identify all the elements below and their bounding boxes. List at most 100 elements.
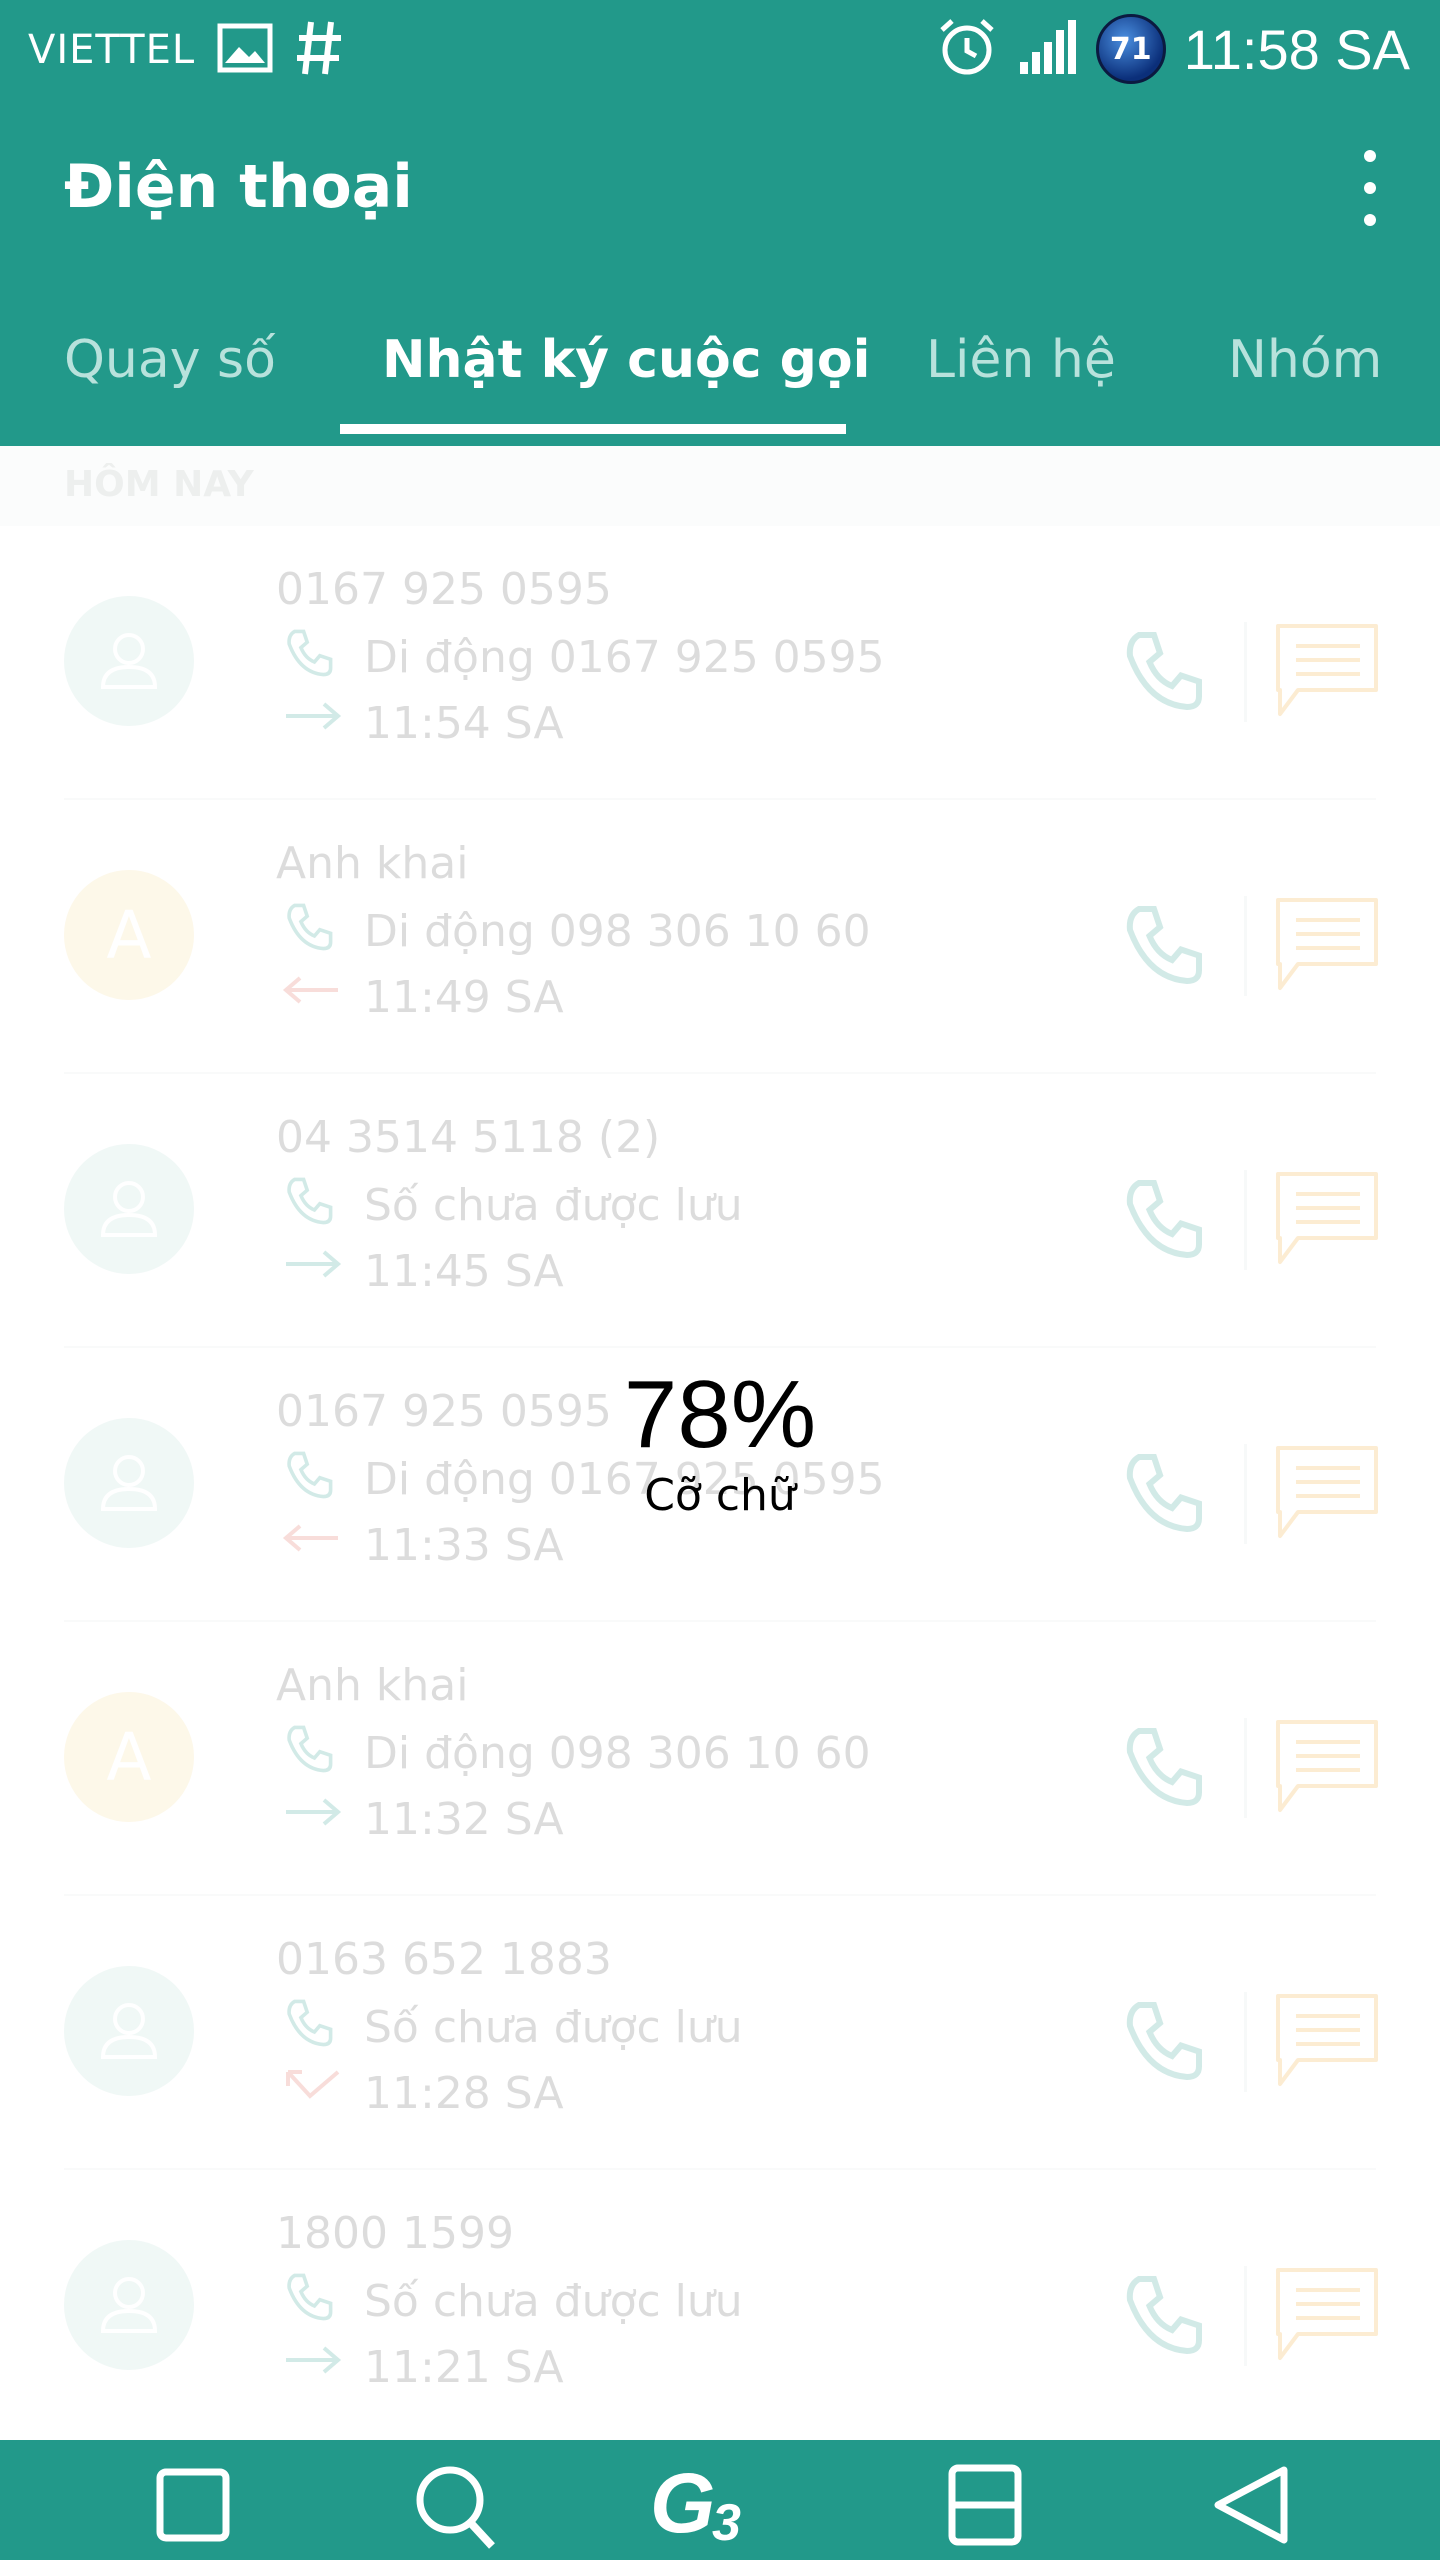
tab-call-log[interactable]: Nhật ký cuộc gọi bbox=[382, 330, 870, 390]
call-log-row[interactable]: 0163 652 1883 Số chưa được lưu 11:28 SA bbox=[0, 1896, 1440, 2170]
message-icon bbox=[1276, 2268, 1378, 2360]
back-icon bbox=[1214, 2466, 1288, 2544]
hashtag-icon bbox=[295, 18, 345, 82]
message-icon bbox=[1276, 1172, 1378, 1264]
g3-logo-icon: G3 bbox=[650, 2456, 741, 2552]
call-time: 11:32 SA bbox=[364, 1794, 564, 1845]
caller-detail: Số chưa được lưu bbox=[364, 1180, 743, 1231]
page-title: Điện thoại bbox=[64, 152, 413, 222]
call-button[interactable] bbox=[1118, 2270, 1208, 2360]
status-clock: 11:58 SA bbox=[1183, 17, 1410, 81]
avatar[interactable] bbox=[64, 2240, 194, 2370]
phone-type-icon bbox=[282, 1174, 336, 1228]
signal-icon bbox=[1016, 16, 1078, 82]
message-button[interactable] bbox=[1274, 2264, 1380, 2364]
tab-groups[interactable]: Nhóm bbox=[1228, 330, 1382, 390]
caller-name: Anh khai bbox=[276, 1660, 469, 1711]
section-header: HÔM NAY bbox=[0, 446, 1440, 526]
message-icon bbox=[1276, 624, 1378, 716]
phone-type-icon bbox=[282, 626, 336, 680]
avatar[interactable] bbox=[64, 1144, 194, 1274]
message-button[interactable] bbox=[1274, 1168, 1380, 1268]
more-vert-icon bbox=[1364, 150, 1376, 162]
section-label-today: HÔM NAY bbox=[64, 464, 254, 505]
avatar[interactable] bbox=[64, 1966, 194, 2096]
alarm-icon bbox=[936, 16, 998, 82]
more-vert-dot bbox=[1364, 182, 1376, 194]
avatar[interactable]: A bbox=[64, 870, 194, 1000]
caller-detail: Di động 098 306 10 60 bbox=[364, 1728, 871, 1779]
dual-window-button[interactable] bbox=[940, 2460, 1030, 2550]
call-button[interactable] bbox=[1118, 900, 1208, 990]
call-log-row[interactable]: A Anh khai Di động 098 306 10 60 11:49 SA bbox=[0, 800, 1440, 1074]
call-log-row[interactable]: A Anh khai Di động 098 306 10 60 11:32 SA bbox=[0, 1622, 1440, 1896]
phone-icon bbox=[1118, 900, 1208, 990]
phone-icon bbox=[1118, 1996, 1208, 2086]
image-icon bbox=[217, 23, 273, 77]
message-icon bbox=[1276, 1994, 1378, 2086]
caller-detail: Di động 098 306 10 60 bbox=[364, 906, 871, 957]
outgoing-call-icon bbox=[282, 2340, 342, 2380]
font-size-overlay: 78% Cỡ chữ bbox=[570, 1360, 870, 1522]
call-time: 11:28 SA bbox=[364, 2068, 564, 2119]
call-button[interactable] bbox=[1118, 1448, 1208, 1538]
phone-type-icon bbox=[282, 1448, 336, 1502]
carrier-label: VIETTEL bbox=[28, 27, 196, 73]
message-icon bbox=[1276, 1720, 1378, 1812]
tab-dialer[interactable]: Quay số bbox=[64, 330, 276, 390]
message-button[interactable] bbox=[1274, 894, 1380, 994]
action-divider bbox=[1244, 896, 1247, 996]
phone-type-icon bbox=[282, 1996, 336, 2050]
caller-name: 0167 925 0595 bbox=[276, 1386, 612, 1437]
call-time: 11:21 SA bbox=[364, 2342, 564, 2393]
font-size-percent: 78% bbox=[623, 1361, 817, 1468]
phone-icon bbox=[1118, 2270, 1208, 2360]
missed-call-icon bbox=[282, 2066, 340, 2106]
more-vert-dot bbox=[1364, 214, 1376, 226]
caller-name: 1800 1599 bbox=[276, 2208, 514, 2259]
call-log-row[interactable]: 04 3514 5118 (2) Số chưa được lưu 11:45 SA bbox=[0, 1074, 1440, 1348]
phone-type-icon bbox=[282, 2270, 336, 2324]
home-button[interactable]: G3 bbox=[650, 2456, 790, 2552]
message-button[interactable] bbox=[1274, 1990, 1380, 2090]
more-options-button[interactable] bbox=[1350, 140, 1390, 236]
avatar[interactable] bbox=[64, 596, 194, 726]
recent-apps-icon bbox=[156, 2468, 230, 2542]
call-log-row[interactable]: 0167 925 0595 Di động 0167 925 0595 11:54 … bbox=[0, 526, 1440, 800]
recent-apps-button[interactable] bbox=[148, 2460, 238, 2550]
avatar[interactable]: A bbox=[64, 1692, 194, 1822]
navigation-bar: G3 bbox=[0, 2440, 1440, 2560]
svg-text:3: 3 bbox=[712, 2494, 741, 2550]
status-bar-right: 71 11:58 SA bbox=[936, 14, 1410, 84]
phone-type-icon bbox=[282, 1722, 336, 1776]
caller-detail: Số chưa được lưu bbox=[364, 2276, 743, 2327]
active-tab-indicator bbox=[340, 424, 846, 434]
caller-name: 04 3514 5118 (2) bbox=[276, 1112, 661, 1163]
message-icon bbox=[1276, 898, 1378, 990]
call-button[interactable] bbox=[1118, 626, 1208, 716]
call-log-row[interactable]: 1800 1599 Số chưa được lưu 11:21 SA bbox=[0, 2170, 1440, 2444]
action-divider bbox=[1244, 1718, 1247, 1818]
app-bar: Điện thoại bbox=[0, 100, 1440, 446]
outgoing-call-icon bbox=[282, 1792, 342, 1832]
caller-detail: Số chưa được lưu bbox=[364, 2002, 743, 2053]
search-icon bbox=[416, 2466, 495, 2549]
call-button[interactable] bbox=[1118, 1996, 1208, 2086]
outgoing-call-icon bbox=[282, 1244, 342, 1284]
status-bar-left: VIETTEL bbox=[28, 18, 345, 82]
caller-detail: Di động 0167 925 0595 bbox=[364, 632, 885, 683]
phone-icon bbox=[1118, 1174, 1208, 1264]
message-button[interactable] bbox=[1274, 620, 1380, 720]
avatar[interactable] bbox=[64, 1418, 194, 1548]
call-button[interactable] bbox=[1118, 1174, 1208, 1264]
message-button[interactable] bbox=[1274, 1442, 1380, 1542]
tab-contacts[interactable]: Liên hệ bbox=[926, 330, 1116, 390]
phone-icon bbox=[1118, 626, 1208, 716]
outgoing-call-icon bbox=[282, 696, 342, 736]
message-icon bbox=[1276, 1446, 1378, 1538]
call-button[interactable] bbox=[1118, 1722, 1208, 1812]
back-button[interactable] bbox=[1206, 2460, 1296, 2550]
message-button[interactable] bbox=[1274, 1716, 1380, 1816]
phone-icon bbox=[1118, 1448, 1208, 1538]
search-button[interactable] bbox=[410, 2460, 500, 2550]
